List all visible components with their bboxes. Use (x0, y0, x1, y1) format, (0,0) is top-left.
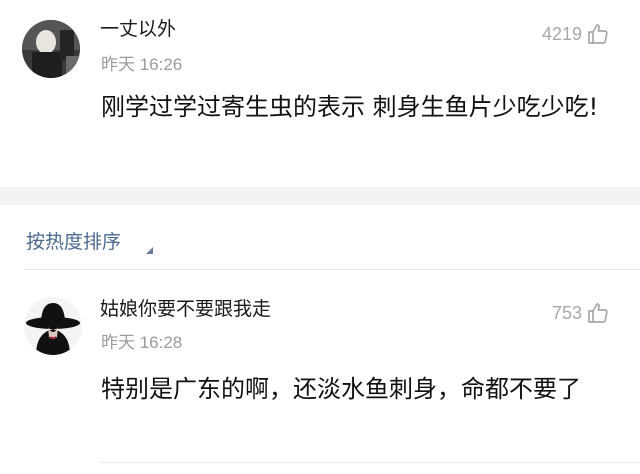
comment-time: 昨天 16:26 (101, 55, 183, 74)
thumbs-up-outline-icon[interactable] (586, 22, 610, 46)
divider (100, 462, 640, 463)
dark-portrait-avatar-icon (22, 20, 80, 78)
comment-item[interactable]: 一丈以外 昨天 16:26 4219 刚学过学过寄生虫的表示 刺身生鱼片少吃少吃… (0, 0, 640, 187)
section-separator (0, 187, 640, 205)
thumbs-up-outline-icon[interactable] (586, 301, 610, 325)
divider (24, 269, 640, 270)
comment-time: 昨天 16:28 (101, 333, 183, 352)
comment-text: 特别是广东的啊，还淡水鱼刺身，命都不要了 (101, 375, 581, 403)
like-count: 753 (551, 302, 582, 323)
sort-bar: 按热度排序 (0, 205, 640, 269)
comment-username[interactable]: 姑娘你要不要跟我走 (100, 294, 271, 321)
user-avatar[interactable] (24, 297, 82, 355)
user-avatar[interactable] (22, 20, 80, 78)
black-hat-woman-avatar-icon (24, 297, 82, 355)
comment-item[interactable]: 姑娘你要不要跟我走 昨天 16:28 753 特别是广东的啊，还淡水鱼刺身，命都… (0, 282, 640, 462)
comment-username[interactable]: 一丈以外 (100, 14, 176, 41)
like-button[interactable]: 753 (552, 301, 610, 325)
comment-text: 刚学过学过寄生虫的表示 刺身生鱼片少吃少吃! (101, 93, 599, 121)
sort-by-hot-link[interactable]: 按热度排序 (26, 227, 121, 254)
like-count: 4219 (541, 23, 582, 44)
sort-corner-caret-icon (146, 247, 153, 254)
like-button[interactable]: 4219 (542, 22, 610, 46)
